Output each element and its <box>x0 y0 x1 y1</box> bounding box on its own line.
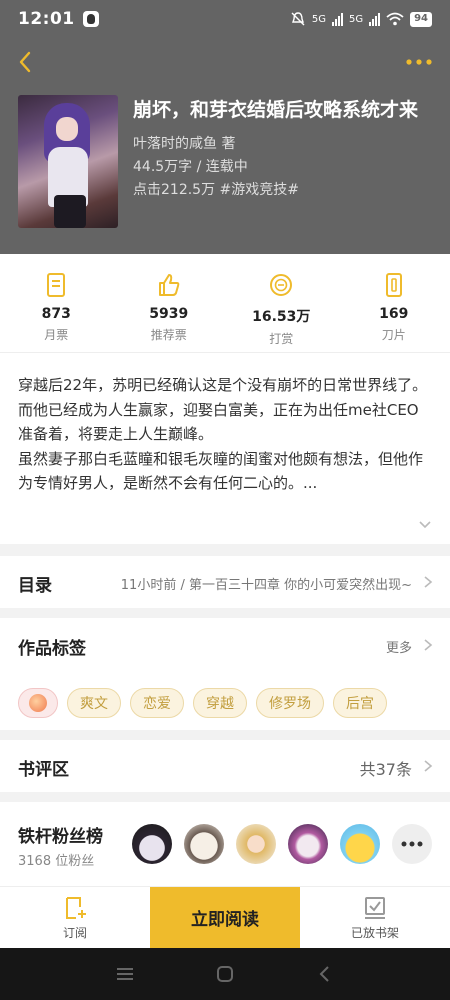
stat-blade[interactable]: 169 刀片 <box>338 254 450 352</box>
signal-label-2: 5G <box>348 13 364 25</box>
bookshelf-icon <box>365 896 385 919</box>
subscribe-label: 订阅 <box>62 925 87 940</box>
stat-value: 5939 <box>149 306 189 322</box>
book-stats: 873 月票 5939 推荐票 16.53万 打赏 169 刀片 <box>0 254 450 352</box>
tag-item[interactable]: 爽文 <box>67 688 121 718</box>
table-of-contents-row[interactable]: 目录 11小时前 / 第一百三十四章 你的小可爱突然出现~ <box>0 556 450 608</box>
avatar[interactable] <box>340 824 380 864</box>
wifi-icon <box>386 12 404 26</box>
reviews-title: 书评区 <box>18 760 69 780</box>
stat-reward[interactable]: 16.53万 打赏 <box>225 254 338 352</box>
read-now-button[interactable]: 立即阅读 <box>150 887 300 948</box>
tag-list: 爽文 恋爱 穿越 修罗场 后宫 <box>18 688 387 718</box>
synopsis-line: 准备着，将要走上人生巅峰。 <box>18 425 214 443</box>
bookshelf-label: 已放书架 <box>350 925 399 940</box>
book-author[interactable]: 叶落时的咸鱼 著 <box>133 133 235 153</box>
tag-special[interactable] <box>18 688 58 718</box>
toc-latest-chapter: 11小时前 / 第一百三十四章 你的小可爱突然出现~ <box>120 578 412 593</box>
system-nav-bar <box>0 948 450 1000</box>
home-icon[interactable] <box>215 964 235 984</box>
synopsis-line: 穿越后22年，苏明已经确认这是个没有崩坏的日常世界线了。 <box>18 376 428 394</box>
stat-label: 推荐票 <box>150 328 187 342</box>
qq-notification-icon <box>82 11 99 27</box>
chevron-down-icon[interactable] <box>418 518 432 532</box>
more-dots-icon <box>401 841 423 847</box>
stat-label: 刀片 <box>381 328 406 342</box>
signal-icon-2 <box>369 12 381 26</box>
battery-icon: 94 <box>410 11 432 27</box>
thumbs-up-icon <box>158 274 180 296</box>
subscribe-button[interactable]: 订阅 <box>0 887 150 948</box>
fans-count: 3168 位粉丝 <box>18 854 95 869</box>
book-synopsis[interactable]: 穿越后22年，苏明已经确认这是个没有崩坏的日常世界线了。 而他已经成为人生赢家，… <box>0 352 450 544</box>
book-header: 崩坏，和芽衣结婚后攻略系统才来 叶落时的咸鱼 著 44.5万字 / 连载中 点击… <box>0 38 450 254</box>
more-options-icon[interactable] <box>404 50 434 74</box>
tags-more-link[interactable]: 更多 <box>386 637 412 656</box>
blade-icon <box>385 273 402 297</box>
book-title: 崩坏，和芽衣结婚后攻略系统才来 <box>133 99 419 121</box>
reviews-count: 共37条 <box>359 760 412 779</box>
menu-icon[interactable] <box>115 964 135 984</box>
tag-item[interactable]: 恋爱 <box>130 688 184 718</box>
coin-icon <box>270 274 293 296</box>
ticket-icon <box>47 273 66 297</box>
avatar[interactable] <box>288 824 328 864</box>
chevron-right-icon[interactable] <box>422 638 434 652</box>
stat-monthly-ticket[interactable]: 873 月票 <box>0 254 113 352</box>
subscribe-icon <box>66 896 86 919</box>
back-arrow-icon[interactable] <box>14 50 38 74</box>
avatar[interactable] <box>184 824 224 864</box>
book-cover[interactable] <box>18 95 118 228</box>
tag-item[interactable]: 后宫 <box>333 688 387 718</box>
stat-recommend[interactable]: 5939 推荐票 <box>113 254 226 352</box>
stat-value: 16.53万 <box>252 309 311 325</box>
signal-icon <box>331 12 343 26</box>
status-bar: 12:01 5G 5G 94 <box>0 0 450 38</box>
avatar[interactable] <box>132 824 172 864</box>
tags-title: 作品标签 <box>18 639 86 659</box>
book-clicks-genre: 点击212.5万 #游戏竞技# <box>133 182 299 198</box>
peach-icon <box>29 694 47 712</box>
mute-icon <box>291 12 305 26</box>
synopsis-line: 虽然妻子那白毛蓝瞳和银毛灰瞳的闺蜜对他颇有想法，但他作 <box>18 449 424 468</box>
synopsis-line: 为专情好男人，是断然不会有任何二心的。... <box>18 474 318 492</box>
tag-item[interactable]: 修罗场 <box>256 688 324 718</box>
synopsis-line: 而他已经成为人生赢家，迎娶白富美，正在为出任me社CEO <box>18 400 419 419</box>
stat-label: 打赏 <box>269 332 294 346</box>
stat-label: 月票 <box>44 328 69 342</box>
reviews-row[interactable]: 书评区 共37条 <box>0 740 450 792</box>
fan-avatars <box>132 824 432 864</box>
chevron-right-icon <box>424 760 433 772</box>
chevron-right-icon <box>424 576 433 588</box>
bottom-action-bar: 订阅 立即阅读 已放书架 <box>0 886 450 948</box>
fans-title: 铁杆粉丝榜 <box>18 827 103 847</box>
back-icon[interactable] <box>315 964 335 984</box>
toc-title: 目录 <box>18 576 52 596</box>
signal-label-1: 5G <box>311 13 326 25</box>
more-fans-button[interactable] <box>392 824 432 864</box>
stat-value: 873 <box>41 306 71 322</box>
status-time: 12:01 <box>18 9 75 29</box>
book-word-count: 44.5万字 / 连载中 <box>133 159 248 175</box>
bookshelf-button[interactable]: 已放书架 <box>300 887 450 948</box>
avatar[interactable] <box>236 824 276 864</box>
tag-item[interactable]: 穿越 <box>193 688 247 718</box>
stat-value: 169 <box>379 306 409 322</box>
